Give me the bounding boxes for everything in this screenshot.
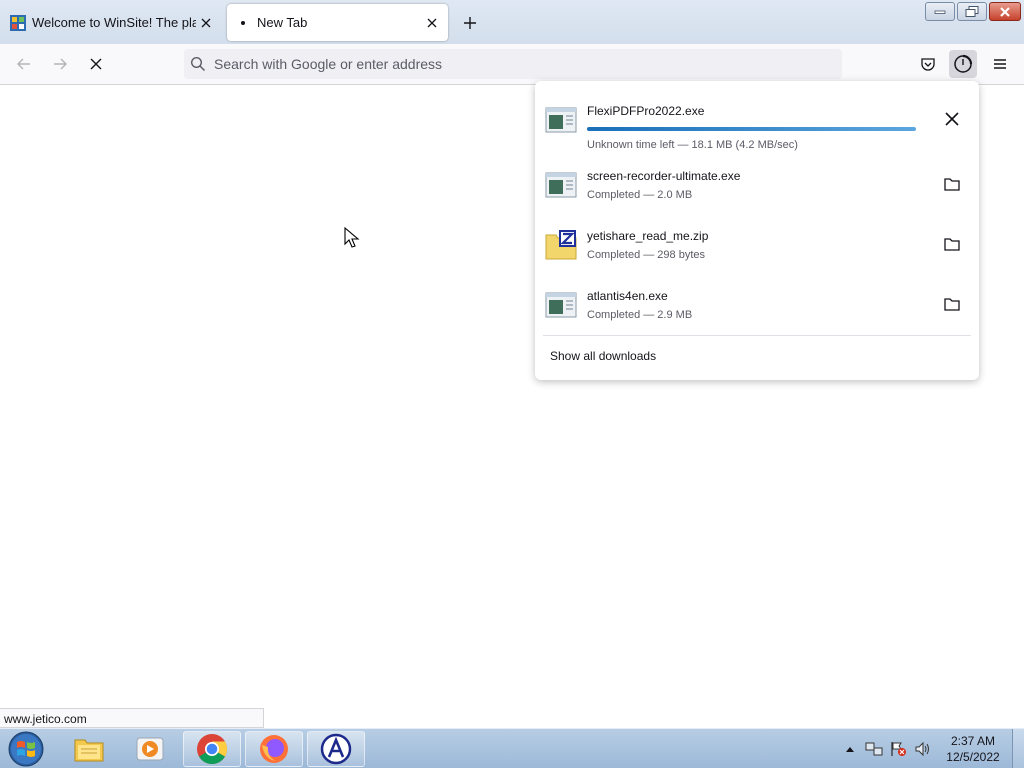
download-status: Unknown time left — 18.1 MB (4.2 MB/sec) — [587, 139, 798, 151]
download-item[interactable]: FlexiPDFPro2022.exe Unknown time left — … — [535, 92, 979, 151]
taskbar-chrome[interactable] — [183, 731, 241, 767]
download-status: Completed — 298 bytes — [587, 249, 706, 261]
firefox-icon — [260, 735, 288, 763]
winsite-favicon-icon — [10, 14, 26, 31]
taskbar-media-player[interactable] — [121, 731, 179, 767]
folder-icon — [944, 178, 960, 191]
forward-button[interactable] — [46, 50, 74, 78]
file-explorer-icon — [74, 739, 104, 762]
show-in-folder-button[interactable] — [939, 231, 965, 257]
system-clock[interactable]: 2:37 AM 12/5/2022 — [938, 733, 1008, 765]
pocket-button[interactable] — [914, 50, 942, 78]
chevron-up-icon — [846, 747, 854, 752]
mouse-cursor-icon — [344, 227, 360, 248]
download-item[interactable]: screen-recorder-ultimate.exe Completed —… — [535, 157, 979, 213]
stop-button[interactable] — [82, 50, 110, 78]
taskbar-app-a[interactable] — [307, 731, 365, 767]
media-player-icon — [136, 737, 164, 761]
hamburger-menu-icon — [994, 59, 1006, 69]
loading-dot-icon — [235, 15, 251, 31]
zip-file-icon — [545, 230, 577, 260]
tab-winsite[interactable]: Welcome to WinSite! The place — [0, 4, 222, 41]
chrome-icon — [197, 734, 228, 765]
close-tab-icon[interactable] — [422, 13, 442, 33]
restore-button[interactable] — [957, 2, 987, 21]
show-desktop-button[interactable] — [1012, 729, 1024, 768]
download-item[interactable]: atlantis4en.exe Completed — 2.9 MB — [535, 277, 979, 333]
plus-icon — [464, 17, 476, 29]
folder-icon — [944, 298, 960, 311]
a-app-icon — [320, 733, 352, 765]
cancel-download-button[interactable] — [939, 106, 965, 132]
network-tray[interactable] — [864, 731, 884, 767]
download-item[interactable]: yetishare_read_me.zip Completed — 298 by… — [535, 217, 979, 273]
close-icon — [945, 112, 959, 126]
tab-title: Welcome to WinSite! The place — [32, 15, 196, 30]
start-button[interactable] — [4, 730, 48, 768]
download-filename: FlexiPDFPro2022.exe — [587, 104, 705, 118]
minimize-icon — [934, 10, 946, 14]
show-in-folder-button[interactable] — [939, 171, 965, 197]
restore-icon — [965, 6, 979, 17]
downloads-panel: FlexiPDFPro2022.exe Unknown time left — … — [535, 81, 979, 380]
minimize-button[interactable] — [925, 2, 955, 21]
download-filename: yetishare_read_me.zip — [587, 229, 709, 243]
close-window-icon — [1000, 6, 1010, 17]
exe-file-icon — [545, 292, 577, 318]
clock-date: 12/5/2022 — [946, 750, 1000, 764]
show-in-folder-button[interactable] — [939, 291, 965, 317]
download-filename: atlantis4en.exe — [587, 289, 668, 303]
status-link: www.jetico.com — [0, 708, 264, 728]
exe-file-icon — [545, 172, 577, 198]
download-status: Completed — 2.0 MB — [587, 189, 693, 201]
exe-file-icon — [545, 107, 577, 133]
forward-arrow-icon — [54, 58, 67, 70]
action-center-tray[interactable] — [888, 731, 908, 767]
navigation-bar — [0, 44, 1024, 85]
download-filename: screen-recorder-ultimate.exe — [587, 169, 741, 183]
close-tab-icon[interactable] — [196, 13, 216, 33]
back-arrow-icon — [17, 58, 30, 70]
folder-icon — [944, 238, 960, 251]
clock-time: 2:37 AM — [950, 734, 996, 748]
speaker-icon — [915, 741, 929, 757]
back-button[interactable] — [10, 50, 38, 78]
network-icon — [865, 742, 883, 756]
tab-title: New Tab — [257, 15, 308, 30]
taskbar-explorer[interactable] — [60, 731, 118, 767]
show-all-downloads-button[interactable]: Show all downloads — [550, 349, 656, 363]
search-icon — [190, 56, 206, 72]
panel-divider — [543, 335, 971, 336]
show-hidden-icons-button[interactable] — [843, 731, 857, 767]
pocket-icon — [921, 58, 935, 71]
download-status: Completed — 2.9 MB — [587, 309, 693, 321]
search-input[interactable] — [214, 56, 814, 72]
windows-start-icon — [8, 731, 44, 767]
menu-button[interactable] — [986, 50, 1014, 78]
volume-tray[interactable] — [912, 731, 934, 767]
stop-icon — [90, 58, 102, 70]
action-center-flag-icon — [891, 742, 906, 756]
download-progress-bar — [587, 127, 916, 131]
downloads-button[interactable] — [949, 50, 977, 78]
tab-new-tab[interactable]: New Tab — [227, 4, 448, 41]
new-tab-button[interactable] — [458, 11, 482, 35]
taskbar: 2:37 AM 12/5/2022 — [0, 728, 1024, 768]
download-progress-icon — [954, 54, 973, 73]
taskbar-firefox[interactable] — [245, 731, 303, 767]
close-window-button[interactable] — [989, 2, 1021, 21]
address-bar[interactable] — [184, 49, 842, 79]
tab-strip: Welcome to WinSite! The place New Tab — [0, 0, 1024, 44]
